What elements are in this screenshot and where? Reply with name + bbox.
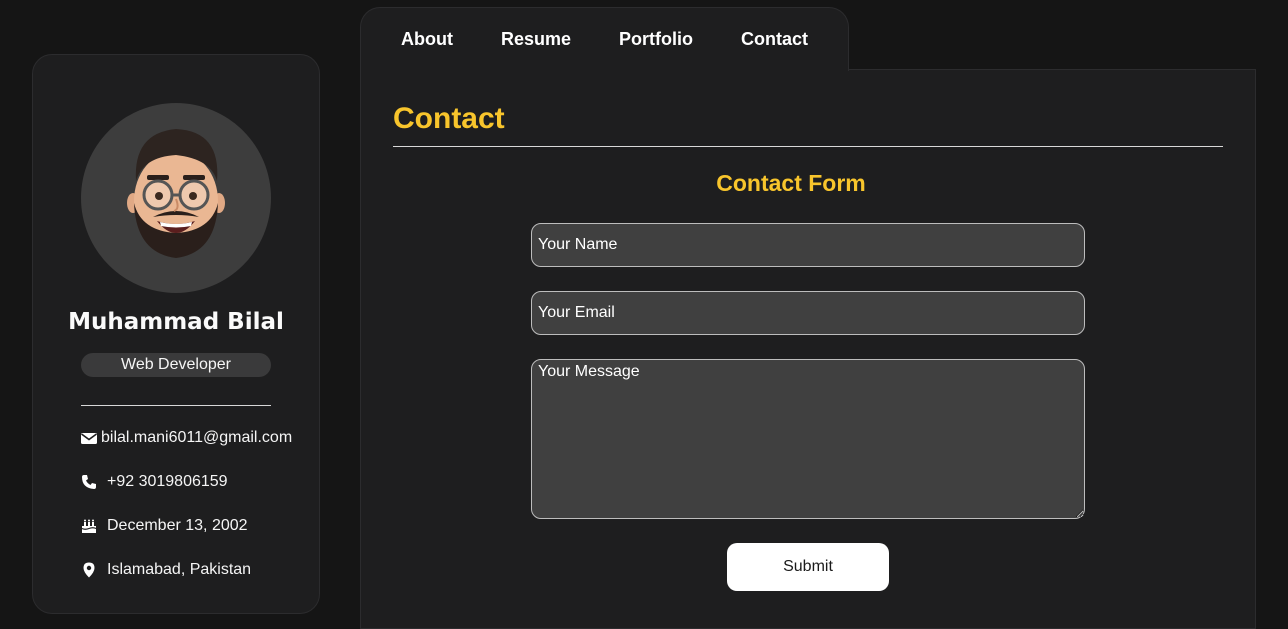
- main-nav: About Resume Portfolio Contact: [360, 7, 849, 71]
- form-title: Contact Form: [716, 170, 866, 196]
- tab-resume[interactable]: Resume: [501, 29, 571, 50]
- phone-row[interactable]: +92 3019806159: [81, 473, 228, 491]
- birthday-text: December 13, 2002: [107, 517, 248, 534]
- sidebar-divider: [81, 405, 271, 406]
- name-input[interactable]: [531, 223, 1085, 267]
- submit-button[interactable]: Submit: [727, 543, 889, 591]
- avatar: [81, 103, 271, 293]
- envelope-icon: [81, 430, 97, 446]
- tab-portfolio[interactable]: Portfolio: [619, 29, 693, 50]
- profile-name: Muhammad Bilal: [68, 309, 284, 335]
- email-row[interactable]: bilal.mani6011@gmail.com: [81, 429, 292, 447]
- tab-contact[interactable]: Contact: [741, 29, 808, 50]
- contact-panel: Contact Contact Form Submit: [360, 69, 1256, 629]
- location-row: Islamabad, Pakistan: [81, 561, 251, 579]
- birthday-cake-icon: [81, 518, 97, 534]
- map-pin-icon: [81, 562, 97, 578]
- role-badge: Web Developer: [81, 353, 271, 377]
- location-text: Islamabad, Pakistan: [107, 561, 252, 578]
- phone-icon: [81, 474, 97, 490]
- title-divider: [393, 146, 1223, 147]
- tab-about[interactable]: About: [401, 29, 453, 50]
- message-textarea[interactable]: [531, 359, 1085, 519]
- birthday-row: December 13, 2002: [81, 517, 248, 535]
- phone-text[interactable]: +92 3019806159: [107, 473, 228, 491]
- profile-sidebar: Muhammad Bilal Web Developer bilal.mani6…: [32, 54, 320, 614]
- email-text[interactable]: bilal.mani6011@gmail.com: [101, 429, 292, 447]
- email-input[interactable]: [531, 291, 1085, 335]
- page-title: Contact: [393, 102, 505, 135]
- memoji-avatar-icon: [127, 129, 225, 258]
